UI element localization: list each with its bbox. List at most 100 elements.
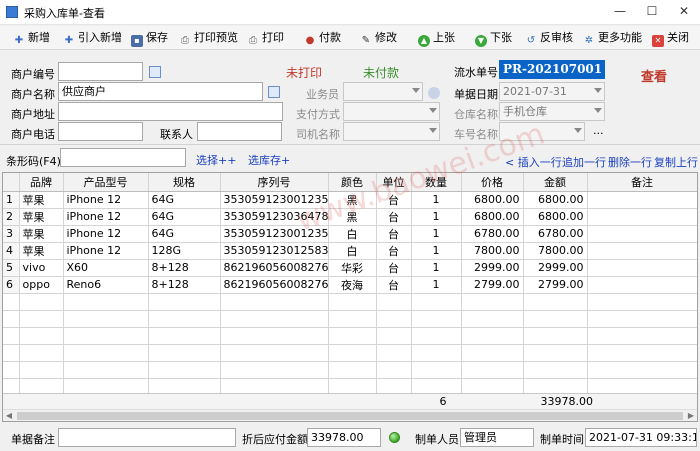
table-cell[interactable]: 6780.00 [523, 225, 588, 243]
contact-input[interactable] [197, 122, 282, 141]
table-cell[interactable]: 7800.00 [523, 242, 588, 260]
table-cell[interactable]: 6800.00 [461, 191, 524, 209]
row-number-cell[interactable]: 3 [3, 225, 20, 243]
print-button[interactable]: ⎙ 打印 [247, 30, 284, 46]
edit-button[interactable]: ✎ 修改 [360, 30, 397, 46]
table-cell[interactable]: 苹果 [19, 242, 64, 260]
table-cell[interactable]: 6800.00 [523, 208, 588, 226]
table-cell[interactable]: 7800.00 [461, 242, 524, 260]
payment-button[interactable]: ● 付款 [304, 30, 341, 46]
table-cell[interactable]: 台 [376, 208, 412, 226]
doc-date-input[interactable]: 2021-07-31 [499, 82, 605, 101]
table-cell[interactable]: 862196056008276 [220, 276, 329, 294]
table-cell[interactable]: 862196056008276 [220, 259, 329, 277]
table-cell[interactable]: X60 [63, 259, 149, 277]
close-button[interactable]: ✕ 关闭 [652, 30, 689, 47]
select-stock-link[interactable]: 选库存+ [248, 152, 290, 168]
unaudit-button[interactable]: ↺ 反审核 [525, 30, 573, 46]
table-cell[interactable]: iPhone 12 [63, 225, 149, 243]
select-plus-link[interactable]: 选择++ [196, 152, 236, 168]
table-cell[interactable]: 台 [376, 242, 412, 260]
column-header[interactable]: 规格 [148, 173, 221, 192]
more-functions-button[interactable]: ✲ 更多功能 [583, 30, 642, 46]
creator-input[interactable]: 管理员 [460, 428, 534, 447]
table-cell[interactable]: 白 [328, 225, 377, 243]
previous-button[interactable]: ▲ 上张 [418, 30, 455, 47]
table-cell[interactable]: 64G [148, 208, 221, 226]
created-time-input[interactable]: 2021-07-31 09:33:17 [585, 428, 697, 447]
scrollbar-thumb[interactable] [17, 412, 683, 420]
table-cell[interactable]: 苹果 [19, 208, 64, 226]
next-button[interactable]: ▼ 下张 [475, 30, 512, 47]
table-cell[interactable]: 台 [376, 225, 412, 243]
table-cell[interactable] [587, 242, 697, 260]
table-cell[interactable]: 2999.00 [461, 259, 524, 277]
table-row[interactable]: 6 oppo Reno6 8+128 862196056008276 夜海台 1 2799.0… [3, 276, 697, 294]
table-cell[interactable]: iPhone 12 [63, 242, 149, 260]
table-cell[interactable]: 苹果 [19, 225, 64, 243]
table-cell[interactable]: 2799.00 [461, 276, 524, 294]
import-new-button[interactable]: ✚ 引入新增 [63, 30, 122, 46]
print-preview-button[interactable]: ⎙ 打印预览 [179, 30, 238, 46]
lookup-icon[interactable] [268, 86, 280, 98]
scroll-right-icon[interactable]: ▶ [685, 410, 697, 422]
warehouse-select[interactable]: 手机仓库 [499, 102, 605, 121]
column-header[interactable]: 备注 [587, 173, 697, 192]
supplier-phone-input[interactable] [58, 122, 143, 141]
table-cell[interactable]: 64G [148, 191, 221, 209]
row-number-cell[interactable]: 4 [3, 242, 20, 260]
row-number-cell[interactable]: 5 [3, 259, 20, 277]
column-header[interactable]: 品牌 [19, 173, 64, 192]
table-cell[interactable] [587, 191, 697, 209]
clear-icon[interactable] [428, 87, 440, 99]
table-cell[interactable]: 6780.00 [461, 225, 524, 243]
table-cell[interactable]: 8+128 [148, 276, 221, 294]
table-cell[interactable]: iPhone 12 [63, 208, 149, 226]
table-cell[interactable]: iPhone 12 [63, 191, 149, 209]
table-cell[interactable]: 华彩 [328, 259, 377, 277]
table-cell[interactable]: 2799.00 [523, 276, 588, 294]
scroll-left-icon[interactable]: ◀ [3, 410, 15, 422]
table-cell[interactable]: 苹果 [19, 191, 64, 209]
table-cell[interactable]: 1 [411, 208, 462, 226]
table-row[interactable]: 4 苹果 iPhone 12 128G 353059123012583 白台 1 7800.0… [3, 242, 697, 260]
table-cell[interactable]: 2999.00 [523, 259, 588, 277]
barcode-input[interactable] [60, 148, 186, 167]
table-cell[interactable]: 1 [411, 259, 462, 277]
supplier-address-input[interactable] [58, 102, 283, 121]
table-cell[interactable] [587, 225, 697, 243]
delete-row-link[interactable]: 删除一行 [608, 154, 652, 170]
column-header[interactable]: 序列号 [220, 173, 329, 192]
table-cell[interactable]: 8+128 [148, 259, 221, 277]
table-cell[interactable]: 台 [376, 259, 412, 277]
remark-input[interactable] [58, 428, 236, 447]
column-header[interactable]: 金额 [523, 173, 588, 192]
table-cell[interactable]: 白 [328, 242, 377, 260]
table-row[interactable]: 5 vivo X60 8+128 862196056008276 华彩台 1 2999.00 2… [3, 259, 697, 277]
horizontal-scrollbar[interactable]: ◀ ▶ [3, 409, 697, 421]
supplier-code-input[interactable] [58, 62, 143, 81]
row-number-cell[interactable]: 2 [3, 208, 20, 226]
table-cell[interactable]: 353059123012583 [220, 242, 329, 260]
driver-select[interactable] [343, 122, 440, 141]
append-row-link[interactable]: 追加一行 [562, 154, 606, 170]
table-cell[interactable] [587, 276, 697, 294]
table-cell[interactable]: 1 [411, 225, 462, 243]
table-cell[interactable]: Reno6 [63, 276, 149, 294]
table-cell[interactable]: 1 [411, 242, 462, 260]
column-header[interactable]: 产品型号 [63, 173, 149, 192]
row-number-cell[interactable]: 1 [3, 191, 20, 209]
table-cell[interactable]: 128G [148, 242, 221, 260]
table-cell[interactable]: vivo [19, 259, 64, 277]
table-row[interactable]: 3 苹果 iPhone 12 64G 353059123001235 白台 1 6780.00… [3, 225, 697, 243]
supplier-name-input[interactable]: 供应商户 [58, 82, 263, 101]
salesperson-select[interactable] [343, 82, 423, 101]
table-cell[interactable] [587, 208, 697, 226]
row-number-cell[interactable]: 6 [3, 276, 20, 294]
column-header-row-number[interactable] [3, 173, 20, 192]
table-cell[interactable]: 台 [376, 276, 412, 294]
close-window-button[interactable]: ✕ [668, 0, 700, 25]
table-cell[interactable] [587, 259, 697, 277]
table-cell[interactable]: oppo [19, 276, 64, 294]
copy-row-link[interactable]: 复制上行 [654, 154, 698, 170]
